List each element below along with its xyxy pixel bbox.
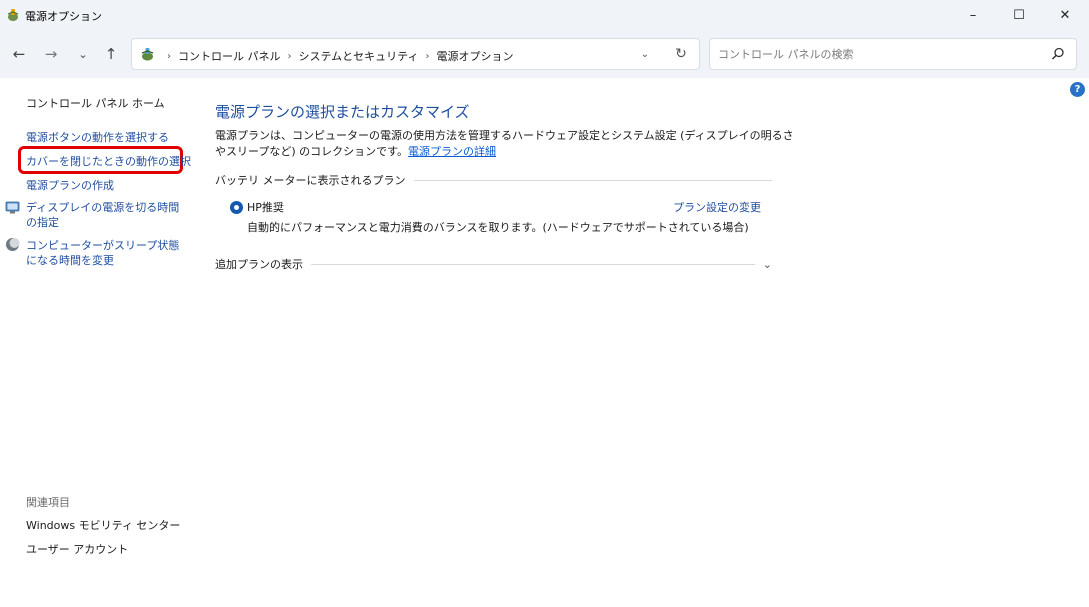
- breadcrumb-control-panel[interactable]: コントロール パネル: [178, 48, 281, 64]
- breadcrumb-system-security[interactable]: システムとセキュリティ: [299, 48, 419, 64]
- maximize-button[interactable]: ☐: [996, 0, 1042, 30]
- section-label[interactable]: 追加プランの表示: [215, 256, 311, 272]
- plan-name[interactable]: HP推奨: [247, 199, 284, 215]
- breadcrumb-power-options[interactable]: 電源オプション: [437, 48, 514, 64]
- title-bar: 電源オプション – ☐ ✕: [0, 0, 1089, 30]
- breadcrumb-separator[interactable]: ›: [426, 51, 430, 62]
- breadcrumb-separator[interactable]: ›: [288, 51, 292, 62]
- refresh-button[interactable]: ↻: [672, 45, 690, 63]
- section-divider: [311, 263, 755, 265]
- plan-description: 自動的にパフォーマンスと電力消費のバランスを取ります。(ハードウェアでサポートさ…: [247, 221, 749, 234]
- section-label: バッテリ メーターに表示されるプラン: [215, 174, 406, 187]
- related-user-accounts[interactable]: ユーザー アカウント: [26, 541, 128, 557]
- navigation-bar: ← → ⌄ ↑ › コントロール パネル › システムとセキュリティ › 電源オ…: [0, 30, 1089, 78]
- sidebar-sleep-time[interactable]: コンピューターがスリープ状態になる時間を変更: [26, 238, 186, 268]
- recent-locations-button[interactable]: ⌄: [72, 43, 94, 65]
- breadcrumb: › コントロール パネル › システムとセキュリティ › 電源オプション: [160, 48, 514, 64]
- help-icon[interactable]: ?: [1070, 82, 1085, 97]
- sidebar-create-power-plan[interactable]: 電源プランの作成: [26, 177, 114, 193]
- sidebar-control-panel-home[interactable]: コントロール パネル ホーム: [26, 95, 165, 111]
- close-button[interactable]: ✕: [1042, 0, 1088, 30]
- additional-plans-section[interactable]: 追加プランの表示 ⌄: [215, 256, 772, 272]
- control-panel-icon: [141, 48, 154, 61]
- description-text: 電源プランは、コンピューターの電源の使用方法を管理するハードウェア設定とシステム…: [215, 129, 794, 158]
- up-button[interactable]: ↑: [100, 43, 122, 65]
- breadcrumb-separator: ›: [167, 50, 171, 62]
- search-icon[interactable]: [1050, 46, 1066, 62]
- plan-radio-button[interactable]: [230, 201, 243, 214]
- power-options-icon: [7, 9, 19, 21]
- page-title: 電源プランの選択またはカスタマイズ: [215, 103, 470, 121]
- section-divider: [413, 179, 772, 181]
- search-box[interactable]: [709, 38, 1077, 70]
- back-button[interactable]: ←: [8, 43, 30, 65]
- sidebar-choose-lid-close-action[interactable]: カバーを閉じたときの動作の選択: [26, 153, 191, 169]
- chevron-down-icon[interactable]: ⌄: [755, 258, 772, 271]
- address-bar[interactable]: › コントロール パネル › システムとセキュリティ › 電源オプション ⌄ ↻: [131, 38, 700, 70]
- window-title: 電源オプション: [25, 10, 102, 23]
- power-plan-details-link[interactable]: 電源プランの詳細: [408, 145, 496, 158]
- forward-button[interactable]: →: [40, 43, 62, 65]
- change-plan-settings-link[interactable]: プラン設定の変更: [673, 199, 761, 215]
- address-dropdown-button[interactable]: ⌄: [637, 46, 653, 62]
- related-heading: 関連項目: [26, 496, 70, 509]
- minimize-button[interactable]: –: [950, 0, 996, 30]
- sleep-moon-icon: [6, 238, 20, 251]
- sidebar-display-off-time[interactable]: ディスプレイの電源を切る時間の指定: [26, 200, 186, 230]
- search-input[interactable]: [710, 39, 1040, 69]
- page-description: 電源プランは、コンピューターの電源の使用方法を管理するハードウェア設定とシステム…: [215, 128, 795, 160]
- battery-plans-section: バッテリ メーターに表示されるプラン: [215, 173, 772, 187]
- sidebar-choose-power-button[interactable]: 電源ボタンの動作を選択する: [26, 129, 169, 145]
- display-icon: [5, 201, 20, 214]
- related-mobility-center[interactable]: Windows モビリティ センター: [26, 517, 180, 533]
